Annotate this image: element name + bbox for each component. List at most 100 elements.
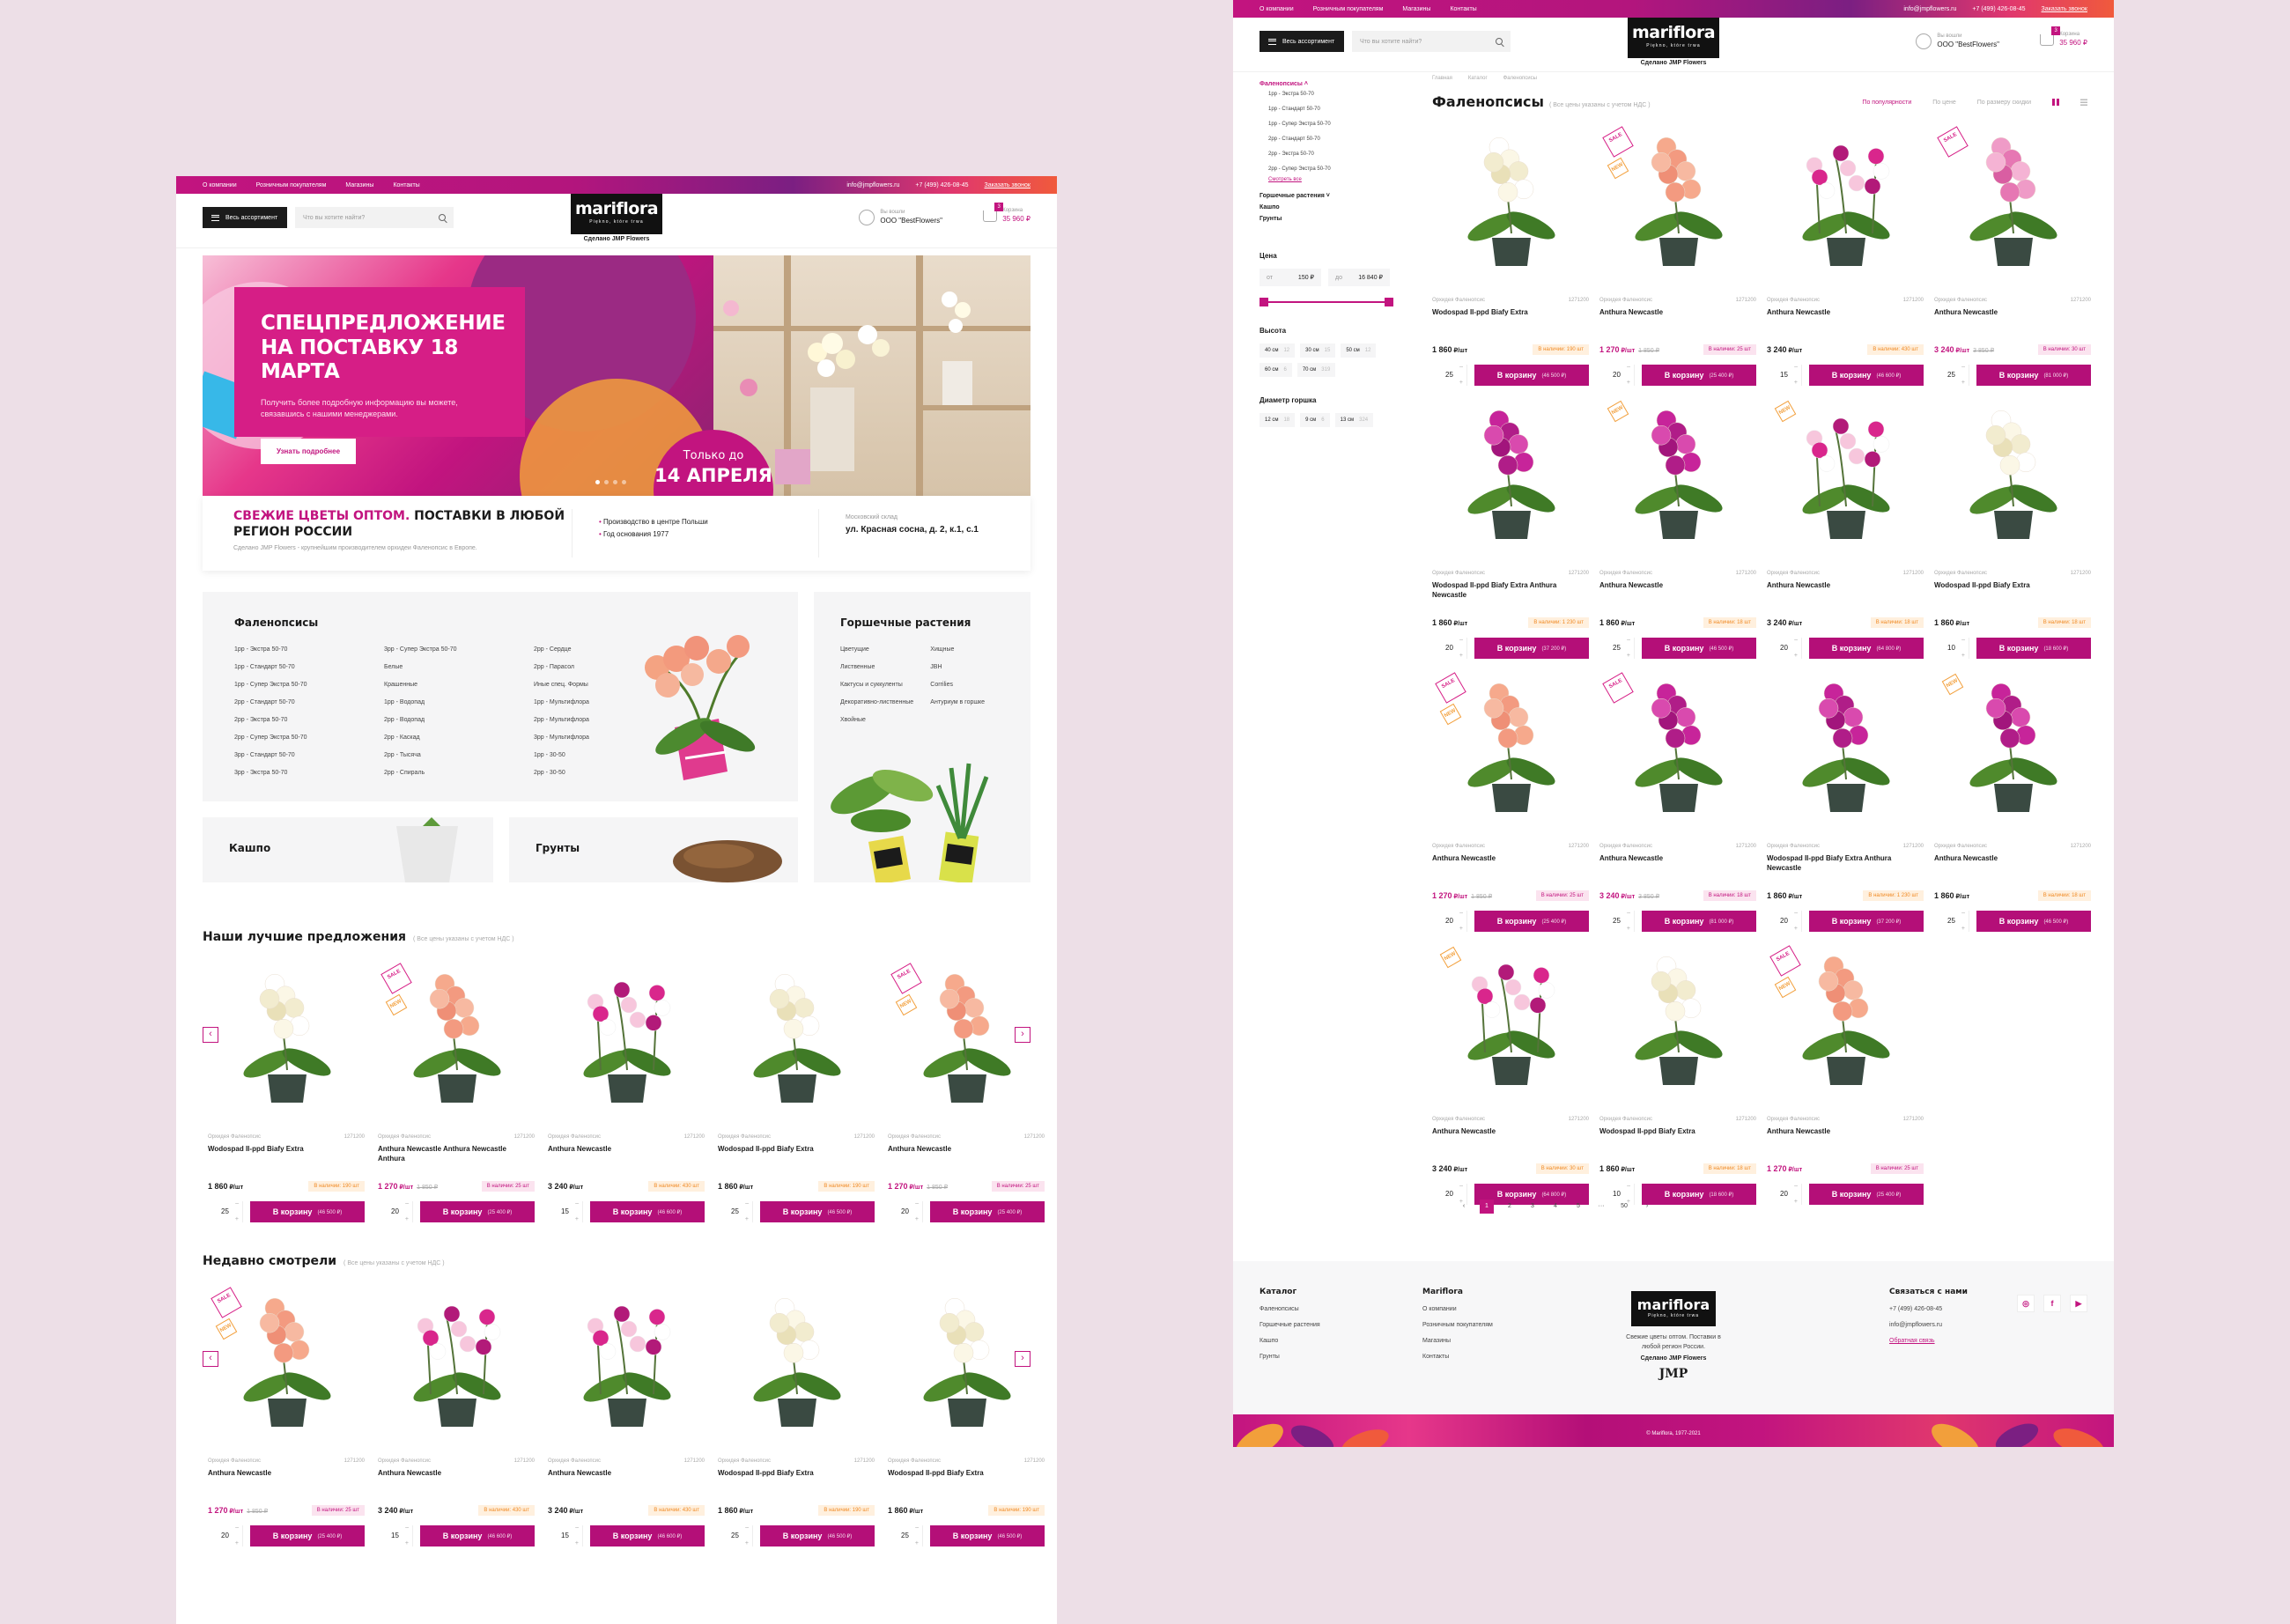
category-link[interactable]: 2рр - Водопад	[384, 712, 534, 729]
add-to-cart-button[interactable]: В корзину (46 600 ₽)	[590, 1525, 705, 1546]
add-to-cart-button[interactable]: В корзину (25 400 ₽)	[250, 1525, 365, 1546]
product-image[interactable]	[1441, 942, 1582, 1092]
product-name[interactable]: Wodospad II-ppd Biafy Extra	[718, 1469, 875, 1479]
product-name[interactable]: Wodospad II-ppd Biafy Extra	[718, 1145, 875, 1155]
quantity-stepper[interactable]: 20	[208, 1517, 243, 1554]
add-to-cart-button[interactable]: В корзину (46 500 ₽)	[1976, 911, 2091, 932]
carousel-dots[interactable]	[595, 480, 626, 484]
quantity-stepper[interactable]: 25	[1599, 630, 1635, 667]
product-name[interactable]: Wodospad II-ppd Biafy Extra	[1432, 308, 1589, 318]
nav-retail[interactable]: Розничным покупателям	[256, 182, 327, 188]
carousel-dot[interactable]	[604, 480, 609, 484]
page-link[interactable]: 2	[1503, 1200, 1517, 1214]
sidebar-item[interactable]: 2рр - Супер Экстра 50-70	[1260, 162, 1409, 177]
top-email[interactable]: info@jmpflowers.ru	[846, 182, 899, 188]
add-to-cart-button[interactable]: В корзину (64 800 ₽)	[1809, 638, 1924, 659]
product-name[interactable]: Anthura Newcastle	[1767, 1127, 1924, 1137]
category-link[interactable]: Кактусы и суккуленты	[840, 676, 930, 694]
price-from-field[interactable]: от 150 ₽	[1260, 269, 1321, 286]
nav-shops[interactable]: Магазины	[1402, 6, 1430, 12]
quantity-stepper[interactable]: 20	[1767, 903, 1802, 940]
footer-email[interactable]: info@jmpflowers.ru	[1889, 1318, 1968, 1333]
filter-chip[interactable]: 12 см 18	[1260, 413, 1296, 427]
nav-about[interactable]: О компании	[1260, 6, 1294, 12]
feedback-link[interactable]: Обратная связь	[1889, 1333, 1968, 1349]
product-name[interactable]: Anthura Newcastle Anthura Newcastle Anth…	[378, 1145, 535, 1164]
product-name[interactable]: Anthura Newcastle	[1767, 581, 1924, 591]
add-to-cart-button[interactable]: В корзину (25 400 ₽)	[1642, 365, 1756, 386]
product-name[interactable]: Wodospad II-ppd Biafy Extra	[1599, 1127, 1756, 1137]
product-name[interactable]: Anthura Newcastle	[1599, 308, 1756, 318]
category-kashpo[interactable]: Кашпо	[203, 817, 493, 882]
category-link[interactable]: 3рр - Экстра 50-70	[234, 764, 384, 782]
category-link[interactable]: Лиственные	[840, 659, 930, 676]
quantity-stepper[interactable]: 25	[1934, 357, 1969, 394]
product-image[interactable]	[1943, 396, 2084, 546]
add-to-cart-button[interactable]: В корзину (46 500 ₽)	[1642, 638, 1756, 659]
next-arrow-icon[interactable]: ›	[1015, 1027, 1030, 1043]
nav-contacts[interactable]: Контакты	[393, 182, 419, 188]
category-link[interactable]: 2рр - Стандарт 50-70	[234, 694, 384, 712]
product-image[interactable]	[1441, 396, 1582, 546]
quantity-stepper[interactable]: 15	[378, 1517, 413, 1554]
product-image[interactable]	[557, 960, 698, 1110]
price-to-field[interactable]: до 16 840 ₽	[1328, 269, 1390, 286]
product-image[interactable]	[1776, 669, 1917, 819]
product-image[interactable]	[217, 960, 358, 1110]
slider-handle-min[interactable]	[1260, 298, 1268, 306]
product-image[interactable]	[1776, 123, 1917, 273]
footer-logo[interactable]: mariflora Piękno, które trwa	[1631, 1291, 1716, 1326]
category-link[interactable]: 1рр - Супер Экстра 50-70	[234, 676, 384, 694]
category-link[interactable]: 2рр - Спираль	[384, 764, 534, 782]
search-input[interactable]: Что вы хотите найти?	[1352, 31, 1511, 52]
category-link[interactable]: Хищные	[930, 641, 1004, 659]
add-to-cart-button[interactable]: В корзину (25 400 ₽)	[420, 1201, 535, 1222]
page-link[interactable]: 5	[1571, 1200, 1585, 1214]
quantity-stepper[interactable]: 20	[1767, 630, 1802, 667]
product-name[interactable]: Anthura Newcastle	[378, 1469, 535, 1479]
category-link[interactable]: Corrilies	[930, 676, 1004, 694]
quantity-stepper[interactable]: 20	[1599, 357, 1635, 394]
catalog-menu-button[interactable]: Весь ассортимент	[1260, 31, 1344, 52]
cart[interactable]: 3 Корзина 35 960 ₽	[2040, 26, 2087, 48]
logo[interactable]: mariflora Piękno, które trwa	[571, 194, 662, 234]
add-to-cart-button[interactable]: В корзину (46 600 ₽)	[420, 1525, 535, 1546]
sidebar-group-phalaenopsis[interactable]: Фаленопсисы ˄	[1260, 81, 1409, 87]
category-link[interactable]: Крашенные	[384, 676, 534, 694]
add-to-cart-button[interactable]: В корзину (46 500 ₽)	[760, 1525, 875, 1546]
product-name[interactable]: Anthura Newcastle	[548, 1145, 705, 1155]
sort-popularity[interactable]: По популярности	[1862, 100, 1911, 106]
quantity-stepper[interactable]: 20	[888, 1193, 923, 1230]
sidebar-group-soil[interactable]: Грунты	[1260, 216, 1409, 222]
page-link[interactable]: 3	[1525, 1200, 1540, 1214]
filter-chip[interactable]: 13 см 324	[1334, 413, 1374, 427]
quantity-stepper[interactable]: 25	[718, 1193, 753, 1230]
add-to-cart-button[interactable]: В корзину (46 500 ₽)	[250, 1201, 365, 1222]
footer-link[interactable]: О компании	[1422, 1302, 1493, 1318]
footer-link[interactable]: Горшечные растения	[1260, 1318, 1320, 1333]
cart[interactable]: 3 Корзина 35 960 ₽	[983, 202, 1030, 224]
footer-link[interactable]: Грунты	[1260, 1349, 1320, 1365]
category-link[interactable]: 2рр - Каскад	[384, 729, 534, 747]
add-to-cart-button[interactable]: В корзину (46 500 ₽)	[1474, 365, 1589, 386]
footer-link[interactable]: Фаленопсисы	[1260, 1302, 1320, 1318]
category-link[interactable]: 2рр - Экстра 50-70	[234, 712, 384, 729]
category-link[interactable]: JBH	[930, 659, 1004, 676]
add-to-cart-button[interactable]: В корзину (46 600 ₽)	[1809, 365, 1924, 386]
product-name[interactable]: Anthura Newcastle	[1934, 854, 2091, 864]
product-name[interactable]: Anthura Newcastle	[1934, 308, 2091, 318]
product-name[interactable]: Wodospad II-ppd Biafy Extra	[1934, 581, 2091, 591]
page-link[interactable]: 50	[1617, 1200, 1631, 1214]
footer-phone[interactable]: +7 (499) 426-08-45	[1889, 1302, 1968, 1318]
sidebar-group-potted[interactable]: Горшечные растения ˅	[1260, 193, 1409, 199]
product-image[interactable]	[1943, 669, 2084, 819]
nav-about[interactable]: О компании	[203, 182, 237, 188]
add-to-cart-button[interactable]: В корзину (46 600 ₽)	[590, 1201, 705, 1222]
carousel-dot[interactable]	[613, 480, 617, 484]
add-to-cart-button[interactable]: В корзину (25 400 ₽)	[1474, 911, 1589, 932]
sidebar-item[interactable]: 2рр - Экстра 50-70	[1260, 147, 1409, 162]
product-name[interactable]: Anthura Newcastle	[1432, 854, 1589, 864]
slider-handle-max[interactable]	[1385, 298, 1393, 306]
carousel-dot[interactable]	[622, 480, 626, 484]
add-to-cart-button[interactable]: В корзину (25 400 ₽)	[1809, 1184, 1924, 1205]
